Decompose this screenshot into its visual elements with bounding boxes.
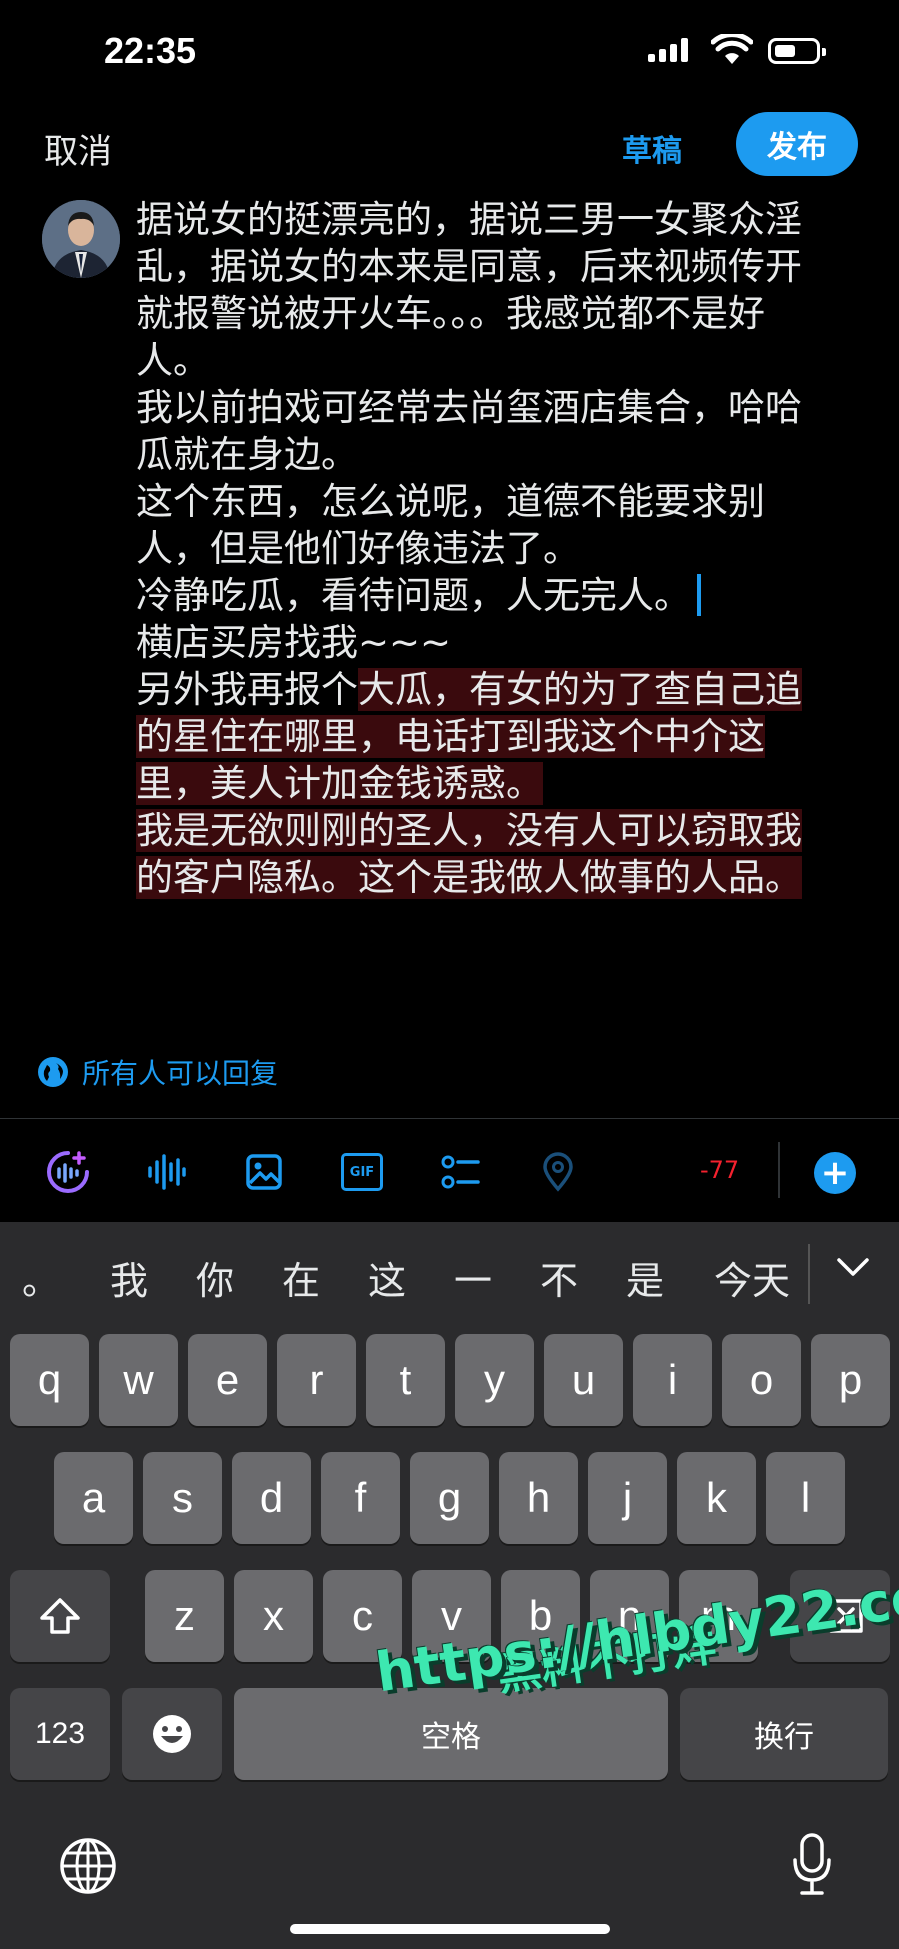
candidate-word[interactable]: 这 (368, 1250, 406, 1305)
key-e[interactable]: e (188, 1334, 267, 1426)
candidate-word[interactable]: 不 (540, 1250, 578, 1305)
poll-icon[interactable] (436, 1148, 484, 1196)
return-key[interactable]: 换行 (680, 1688, 888, 1780)
battery-icon (768, 38, 826, 64)
post-text-line: 里，美人计加金钱诱惑。 (136, 760, 866, 807)
post-text-line: 我以前拍戏可经常去尚玺酒店集合，哈哈 (136, 384, 866, 431)
key-i[interactable]: i (633, 1334, 712, 1426)
key-j[interactable]: j (588, 1452, 667, 1544)
highlighted-text-segment: 大瓜，有女的为了查自己追 (358, 668, 802, 711)
shift-icon (40, 1598, 80, 1634)
post-text-segment: 就报警说被开火车。。。我感觉都不是好 (136, 292, 765, 335)
key-h[interactable]: h (499, 1452, 578, 1544)
post-text-line: 人。 (136, 337, 866, 384)
post-text-segment: 冷静吃瓜，看待问题，人无完人。 (136, 574, 691, 617)
post-text-line: 的客户隐私。这个是我做人做事的人品。 (136, 854, 866, 901)
key-r[interactable]: r (277, 1334, 356, 1426)
gif-icon[interactable]: GIF (338, 1148, 386, 1196)
image-icon[interactable] (240, 1148, 288, 1196)
highlighted-text-segment: 我是无欲则刚的圣人，没有人可以窃取我 (136, 809, 802, 852)
status-time: 22:35 (104, 30, 197, 71)
add-post-button[interactable]: + (814, 1152, 856, 1194)
post-text-line: 人，但是他们好像违法了。 (136, 525, 866, 572)
key-t[interactable]: t (366, 1334, 445, 1426)
keyboard-switch-globe-icon[interactable] (58, 1836, 118, 1900)
post-text-segment: 横店买房找我~~~ (136, 621, 452, 664)
microphone-icon[interactable] (790, 1832, 834, 1902)
post-text-segment: 瓜就在身边。 (136, 433, 358, 476)
post-text-segment: 人，但是他们好像违法了。 (136, 527, 580, 570)
key-u[interactable]: u (544, 1334, 623, 1426)
post-text-segment: 乱，据说女的本来是同意，后来视频传开 (136, 245, 802, 288)
home-indicator[interactable] (290, 1924, 610, 1934)
candidate-word[interactable]: 今天 (714, 1250, 790, 1305)
post-text-line: 就报警说被开火车。。。我感觉都不是好 (136, 290, 866, 337)
numbers-key[interactable]: 123 (10, 1688, 110, 1780)
candidate-word[interactable]: 。 (22, 1250, 60, 1305)
plus-icon: + (820, 1153, 850, 1193)
candidate-word[interactable]: 在 (282, 1250, 320, 1305)
gif-label: GIF (341, 1153, 383, 1191)
post-text-segment: 据说女的挺漂亮的，据说三男一女聚众淫 (136, 198, 802, 241)
post-text-line: 这个东西，怎么说呢，道德不能要求别 (136, 478, 866, 525)
grok-create-icon[interactable] (44, 1148, 92, 1196)
highlighted-text-segment: 的星住在哪里，电话打到我这个中介这 (136, 715, 765, 758)
avatar (42, 200, 120, 278)
candidate-word[interactable]: 是 (626, 1250, 664, 1305)
post-text-segment: 这个东西，怎么说呢，道德不能要求别 (136, 480, 765, 523)
space-key[interactable]: 空格 (234, 1688, 668, 1780)
cancel-button[interactable]: 取消 (44, 124, 112, 173)
key-s[interactable]: s (143, 1452, 222, 1544)
candidate-word[interactable]: 一 (454, 1250, 492, 1305)
highlighted-text-segment: 里，美人计加金钱诱惑。 (136, 762, 543, 805)
key-x[interactable]: x (234, 1570, 313, 1662)
key-y[interactable]: y (455, 1334, 534, 1426)
key-p[interactable]: p (811, 1334, 890, 1426)
key-d[interactable]: d (232, 1452, 311, 1544)
toolbar-separator (778, 1142, 780, 1198)
post-text-segment: 另外我再报个 (136, 668, 358, 711)
reply-setting-button[interactable]: 所有人可以回复 (38, 1052, 278, 1092)
emoji-key[interactable] (122, 1688, 222, 1780)
post-text-line: 横店买房找我~~~ (136, 619, 866, 666)
post-text-line: 冷静吃瓜，看待问题，人无完人。 (136, 572, 866, 619)
shift-key[interactable] (10, 1570, 110, 1662)
key-g[interactable]: g (410, 1452, 489, 1544)
character-counter: -77 (700, 1156, 740, 1184)
post-text-line: 乱，据说女的本来是同意，后来视频传开 (136, 243, 866, 290)
post-text-segment: 我以前拍戏可经常去尚玺酒店集合，哈哈 (136, 386, 802, 429)
post-text-line: 另外我再报个大瓜，有女的为了查自己追 (136, 666, 866, 713)
key-l[interactable]: l (766, 1452, 845, 1544)
candidate-separator (808, 1244, 810, 1304)
globe-icon (38, 1057, 68, 1087)
candidate-word[interactable]: 你 (196, 1250, 234, 1305)
key-z[interactable]: z (145, 1570, 224, 1662)
key-k[interactable]: k (677, 1452, 756, 1544)
post-text-line: 据说女的挺漂亮的，据说三男一女聚众淫 (136, 196, 866, 243)
chevron-down-icon[interactable] (836, 1256, 870, 1282)
wifi-icon (711, 34, 753, 64)
post-text-editor[interactable]: 据说女的挺漂亮的，据说三男一女聚众淫 乱，据说女的本来是同意，后来视频传开 就报警说… (136, 196, 866, 901)
cellular-signal-icon (648, 38, 688, 62)
post-text-line: 的星住在哪里，电话打到我这个中介这 (136, 713, 866, 760)
key-w[interactable]: w (99, 1334, 178, 1426)
post-text-segment: 人。 (136, 339, 210, 382)
key-o[interactable]: o (722, 1334, 801, 1426)
publish-button[interactable]: 发布 (736, 112, 858, 176)
text-cursor (697, 574, 701, 616)
key-a[interactable]: a (54, 1452, 133, 1544)
toolbar-divider (0, 1118, 899, 1119)
candidate-word[interactable]: 我 (110, 1250, 148, 1305)
highlighted-text-segment: 的客户隐私。这个是我做人做事的人品。 (136, 856, 802, 899)
voice-waveform-icon[interactable] (142, 1148, 190, 1196)
reply-setting-label: 所有人可以回复 (82, 1057, 279, 1090)
post-text-line: 我是无欲则刚的圣人，没有人可以窃取我 (136, 807, 866, 854)
key-f[interactable]: f (321, 1452, 400, 1544)
emoji-icon (153, 1715, 191, 1753)
post-text-line: 瓜就在身边。 (136, 431, 866, 478)
drafts-button[interactable]: 草稿 (622, 126, 682, 170)
key-q[interactable]: q (10, 1334, 89, 1426)
location-icon (534, 1148, 582, 1196)
